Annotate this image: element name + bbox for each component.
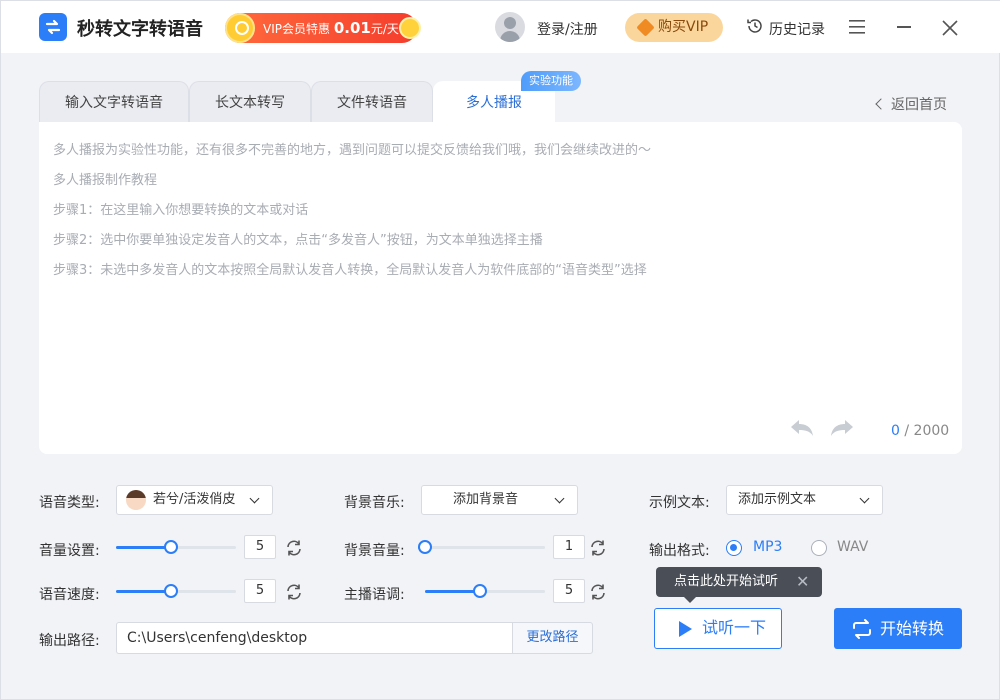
coin-icon [399,17,421,39]
bg-music-select[interactable]: 添加背景音 [421,485,578,515]
char-counter: 0 / 2000 [891,423,949,439]
char-count-max: 2000 [913,423,950,439]
sample-text-value: 添加示例文本 [738,492,817,507]
preview-button[interactable]: 试听一下 [654,608,782,649]
back-home-link[interactable]: 返回首页 [875,94,947,114]
experimental-badge: 实验功能 [521,71,581,91]
history-clock-icon[interactable] [746,17,764,35]
menu-icon[interactable] [849,20,865,34]
start-convert-label: 开始转换 [880,619,945,638]
title-bar: 秒转文字转语音 VIP会员特惠 0.01元/天 登录/注册 购买VIP 历史记录 [1,1,1000,53]
voice-type-value: 若兮/活泼俏皮 [153,492,236,507]
promo-prefix: VIP会员特惠 [263,22,330,36]
reset-icon[interactable] [588,538,608,558]
app-title: 秒转文字转语音 [77,19,203,40]
medal-icon [225,13,255,43]
voice-type-label: 语音类型: [39,495,100,511]
format-mp3-radio[interactable] [726,540,742,556]
speed-label: 语音速度: [39,587,100,603]
login-register-link[interactable]: 登录/注册 [537,19,598,39]
change-path-button[interactable]: 更改路径 [512,622,593,654]
convert-arrows-icon [853,619,871,639]
volume-label: 音量设置: [39,543,100,559]
vip-promo-banner[interactable]: VIP会员特惠 0.01元/天 [225,13,421,43]
voice-type-select[interactable]: 若兮/活泼俏皮 [116,485,273,515]
text-editor[interactable]: 多人播报为实验性功能，还有很多不完善的地方，遇到问题可以提交反馈给我们哦，我们会… [39,122,962,454]
buy-vip-label: 购买VIP [658,19,709,35]
preview-button-label: 试听一下 [702,618,767,637]
output-path-label: 输出路径: [39,633,100,649]
format-mp3-label[interactable]: MP3 [753,539,782,555]
bg-volume-slider[interactable] [418,540,545,554]
output-format-label: 输出格式: [649,543,710,559]
tab-long-text[interactable]: 长文本转写 [189,81,311,123]
redo-icon[interactable] [829,419,855,439]
buy-vip-button[interactable]: 购买VIP [625,13,723,42]
user-avatar[interactable] [495,12,525,42]
bg-volume-label: 背景音量: [344,543,405,559]
undo-icon[interactable] [789,419,815,439]
vip-diamond-icon [636,18,655,37]
start-convert-button[interactable]: 开始转换 [834,608,962,649]
chevron-left-icon [875,98,887,110]
pitch-slider-thumb[interactable] [472,584,487,598]
preview-tooltip: 点击此处开始试听 ✕ [656,567,822,603]
char-count-sep: / [899,423,914,439]
format-wav-radio[interactable] [811,540,827,556]
volume-slider[interactable] [116,540,236,554]
bg-music-value: 添加背景音 [453,492,519,507]
speed-slider[interactable] [116,584,236,598]
hint-line: 步骤1：在这里输入你想要转换的文本或对话 [53,203,309,218]
hint-line: 多人播报制作教程 [53,173,158,188]
speed-value[interactable]: 5 [244,579,276,603]
hint-line: 步骤3：未选中多发音人的文本按照全局默认发音人转换，全局默认发音人为软件底部的“… [53,263,647,278]
app-logo-icon [39,13,67,41]
tooltip-close-icon[interactable]: ✕ [796,567,809,597]
bg-volume-slider-thumb[interactable] [418,540,432,554]
format-wav-label[interactable]: WAV [837,539,868,555]
output-path-input[interactable]: C:\Users\cenfeng\desktop [116,622,512,654]
minimize-icon[interactable] [897,26,911,28]
reset-icon[interactable] [588,582,608,602]
promo-suffix: 元/天 [370,22,399,36]
tab-text-to-speech[interactable]: 输入文字转语音 [39,81,189,123]
chevron-down-icon [554,493,565,504]
volume-slider-thumb[interactable] [163,540,178,554]
back-home-label: 返回首页 [891,97,947,113]
reset-icon[interactable] [284,538,304,558]
volume-value[interactable]: 5 [244,535,276,559]
tab-file-to-speech[interactable]: 文件转语音 [311,81,433,123]
reset-icon[interactable] [284,582,304,602]
hint-line: 步骤2：选中你要单独设定发音人的文本，点击“多发音人”按钮，为文本单独选择主播 [53,233,543,248]
pitch-value[interactable]: 5 [553,579,585,603]
chevron-down-icon [249,493,260,504]
tooltip-text: 点击此处开始试听 [674,574,779,589]
sample-text-label: 示例文本: [649,495,710,511]
chevron-down-icon [859,493,870,504]
voice-avatar-icon [126,490,146,510]
pitch-slider[interactable] [425,584,545,598]
sample-text-select[interactable]: 添加示例文本 [726,485,883,515]
play-icon [679,621,692,637]
bg-volume-value[interactable]: 1 [553,535,585,559]
hint-line: 多人播报为实验性功能，还有很多不完善的地方，遇到问题可以提交反馈给我们哦，我们会… [53,143,652,158]
char-count-current: 0 [891,423,900,439]
bg-music-label: 背景音乐: [344,495,405,511]
pitch-label: 主播语调: [344,587,405,603]
close-icon[interactable] [941,19,959,37]
history-link[interactable]: 历史记录 [769,19,825,39]
speed-slider-thumb[interactable] [163,584,178,598]
promo-price: 0.01 [333,19,371,37]
